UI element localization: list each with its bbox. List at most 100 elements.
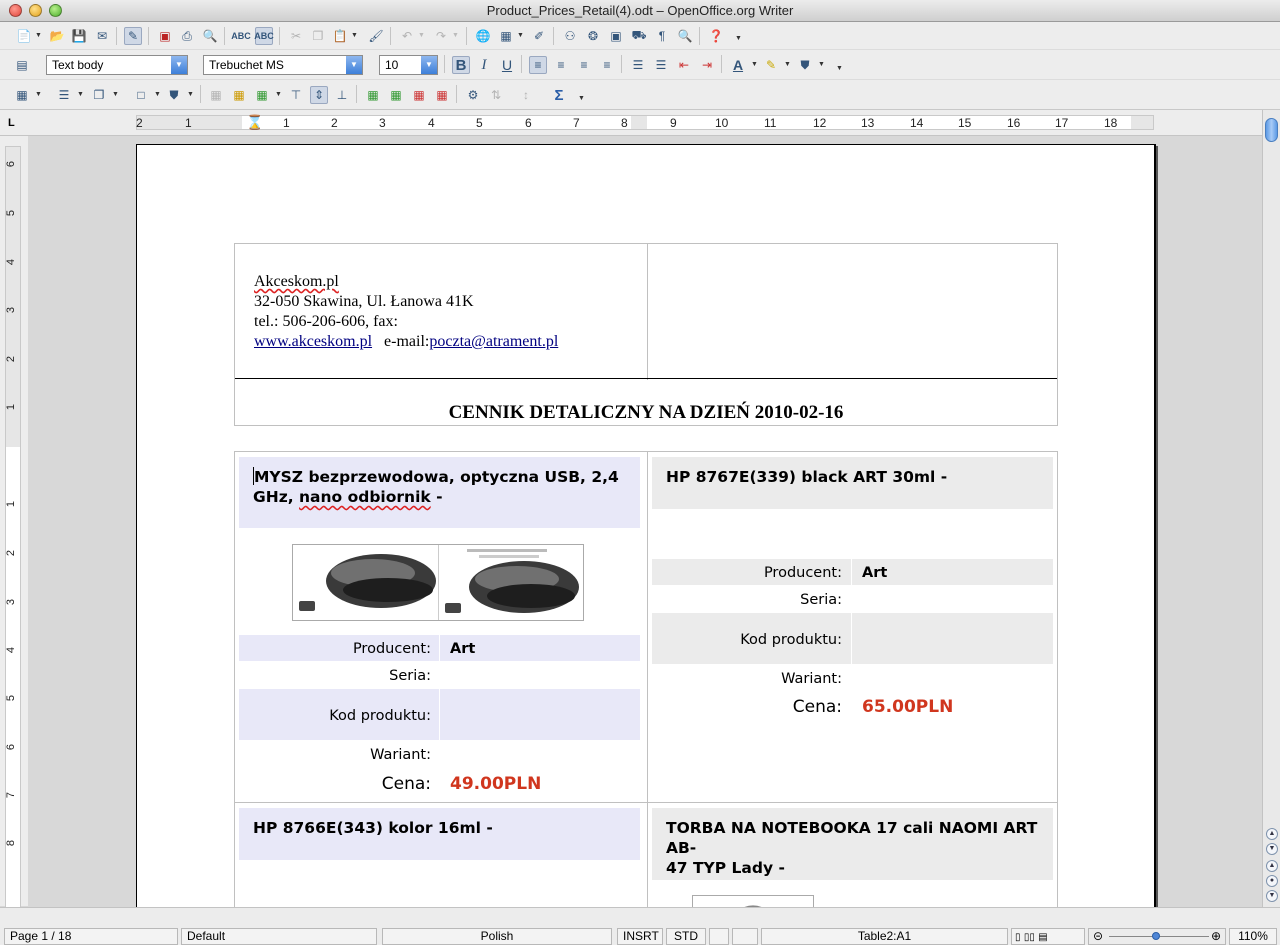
merge-cells-icon[interactable]: ▦: [207, 86, 225, 104]
show-draw-functions-icon[interactable]: ✐: [530, 27, 548, 45]
copy-icon[interactable]: ❐: [309, 27, 327, 45]
print-icon[interactable]: ⎙: [178, 27, 196, 45]
email-link[interactable]: poczta@atrament.pl: [429, 333, 558, 350]
edit-file-icon[interactable]: ✎: [124, 27, 142, 45]
cut-icon[interactable]: ✂: [287, 27, 305, 45]
open-folder-icon[interactable]: 📂: [48, 27, 66, 45]
company-address[interactable]: Akceskom.pl 32-050 Skawina, Ul. Łanowa 4…: [254, 272, 558, 352]
zoom-slider[interactable]: ⊝ ⊕: [1088, 928, 1226, 945]
products-table[interactable]: MYSZ bezprzewodowa, optyczna USB, 2,4 GH…: [234, 451, 1058, 907]
two-page-view-icon[interactable]: ▯▯: [1024, 932, 1035, 943]
product-name-cell[interactable]: HP 8766E(343) kolor 16ml -: [239, 808, 640, 860]
navigator-icon[interactable]: ❂: [584, 27, 602, 45]
tab-type-selector[interactable]: L: [8, 117, 15, 129]
decrease-indent-icon[interactable]: ⇤: [675, 56, 693, 74]
autoformat-icon[interactable]: ▦: [253, 86, 271, 104]
font-color-dropdown-arrow[interactable]: ▼: [751, 60, 758, 70]
italic-icon[interactable]: I: [475, 56, 493, 74]
next-page-icon[interactable]: ▼: [1266, 890, 1278, 902]
formatting-marks-icon[interactable]: ¶: [653, 27, 671, 45]
center-vertically-icon[interactable]: ⇕: [310, 86, 328, 104]
vertical-scrollbar[interactable]: ▲ ▼ ▲ ● ▼: [1262, 110, 1280, 907]
product-name-cell[interactable]: MYSZ bezprzewodowa, optyczna USB, 2,4 GH…: [239, 457, 640, 528]
previous-page-icon[interactable]: ▲: [1266, 860, 1278, 872]
table-dropdown-arrow[interactable]: ▼: [35, 90, 42, 100]
align-bottom-icon[interactable]: ⊥: [333, 86, 351, 104]
indent-marker-icon[interactable]: ⌛: [246, 114, 263, 131]
chevron-down-icon[interactable]: ▼: [346, 56, 362, 74]
align-left-icon[interactable]: ≡: [529, 56, 547, 74]
underline-icon[interactable]: U: [498, 56, 516, 74]
paste-icon[interactable]: 📋: [331, 27, 349, 45]
product-image-bag[interactable]: [692, 895, 814, 907]
bullets-icon[interactable]: ☰: [652, 56, 670, 74]
sort-icon[interactable]: ⇅: [487, 86, 505, 104]
table-background-dropdown-arrow[interactable]: ▼: [187, 90, 194, 100]
scroll-down-arrow-icon[interactable]: ▼: [1266, 843, 1278, 855]
horizontal-ruler[interactable]: L 2 1 ⌛ 1 2 3 4 5 6 7 8 9 10 11 12 13 14…: [0, 110, 1262, 136]
sum-icon[interactable]: Σ: [550, 86, 568, 104]
export-pdf-icon[interactable]: ▣: [156, 27, 174, 45]
redo-dropdown-arrow[interactable]: ▼: [452, 31, 459, 41]
scroll-up-arrow-icon[interactable]: ▲: [1266, 828, 1278, 840]
align-top-icon[interactable]: ⊤: [287, 86, 305, 104]
document-page[interactable]: Akceskom.pl 32-050 Skawina, Ul. Łanowa 4…: [136, 144, 1156, 907]
zoom-percentage[interactable]: 110%: [1229, 928, 1277, 945]
book-view-icon[interactable]: ▤: [1038, 932, 1047, 943]
help-icon[interactable]: ❓: [707, 27, 725, 45]
font-name-combo[interactable]: Trebuchet MS ▼: [203, 55, 363, 75]
borders-dropdown-arrow[interactable]: ▼: [154, 90, 161, 100]
website-link[interactable]: www.akceskom.pl: [254, 333, 372, 350]
product-image-mouse[interactable]: [292, 544, 584, 621]
border-color-dropdown-arrow[interactable]: ▼: [112, 90, 119, 100]
undo-icon[interactable]: ↶: [398, 27, 416, 45]
paste-dropdown-arrow[interactable]: ▼: [351, 31, 358, 41]
signature-indicator[interactable]: [732, 928, 758, 945]
spellcheck-icon[interactable]: ABC: [231, 27, 251, 45]
font-color-icon[interactable]: A: [729, 56, 747, 74]
page-style-indicator[interactable]: Default: [181, 928, 377, 945]
single-page-view-icon[interactable]: ▯: [1015, 932, 1021, 943]
table-dropdown-arrow[interactable]: ▼: [517, 31, 524, 41]
hyperlink-icon[interactable]: 🌐: [474, 27, 492, 45]
scrollbar-thumb[interactable]: [1265, 118, 1278, 142]
chevron-down-icon[interactable]: ▼: [171, 56, 187, 74]
insert-row-icon[interactable]: ▦: [364, 86, 382, 104]
selection-mode-indicator[interactable]: STD: [666, 928, 706, 945]
email-document-icon[interactable]: ✉: [93, 27, 111, 45]
table-background-icon[interactable]: ⛊: [165, 86, 183, 104]
language-indicator[interactable]: Polish: [382, 928, 612, 945]
autoformat-dropdown-arrow[interactable]: ▼: [275, 90, 282, 100]
find-replace-icon[interactable]: ⚇: [561, 27, 579, 45]
toolbar-overflow-arrow[interactable]: ▼: [578, 94, 585, 104]
bold-icon[interactable]: B: [452, 56, 470, 74]
split-cells-icon[interactable]: ▦: [230, 86, 248, 104]
zoom-slider-thumb[interactable]: [1152, 932, 1160, 940]
paragraph-style-combo[interactable]: Text body ▼: [46, 55, 188, 75]
navigation-icon[interactable]: ●: [1266, 875, 1278, 887]
numbering-icon[interactable]: ☰: [629, 56, 647, 74]
background-dropdown-arrow[interactable]: ▼: [818, 60, 825, 70]
borders-icon[interactable]: □: [132, 86, 150, 104]
undo-dropdown-arrow[interactable]: ▼: [418, 31, 425, 41]
print-preview-icon[interactable]: 🔍: [201, 27, 219, 45]
gallery-icon[interactable]: ▣: [607, 27, 625, 45]
zoom-out-icon[interactable]: ⊝: [1093, 929, 1103, 944]
insert-mode-indicator[interactable]: INSRT: [617, 928, 663, 945]
line-style-icon[interactable]: ☰: [55, 86, 73, 104]
format-paintbrush-icon[interactable]: 🖌: [367, 27, 385, 45]
new-document-icon[interactable]: 📄: [15, 27, 33, 45]
styles-formatting-icon[interactable]: ▤: [13, 56, 31, 74]
font-size-combo[interactable]: 10 ▼: [379, 55, 438, 75]
delete-column-icon[interactable]: ▦: [433, 86, 451, 104]
page-indicator[interactable]: Page 1 / 18: [4, 928, 178, 945]
highlighting-icon[interactable]: ✎: [762, 56, 780, 74]
table-icon[interactable]: ▦: [497, 27, 515, 45]
modified-indicator[interactable]: [709, 928, 729, 945]
autospellcheck-icon[interactable]: ABC: [254, 27, 274, 45]
product-name-cell[interactable]: TORBA NA NOTEBOOKA 17 cali NAOMI ART AB-…: [652, 808, 1053, 880]
zoom-in-icon[interactable]: ⊕: [1211, 929, 1221, 944]
align-right-icon[interactable]: ≡: [575, 56, 593, 74]
background-color-icon[interactable]: ⛊: [796, 56, 814, 74]
save-icon[interactable]: 💾: [70, 27, 88, 45]
